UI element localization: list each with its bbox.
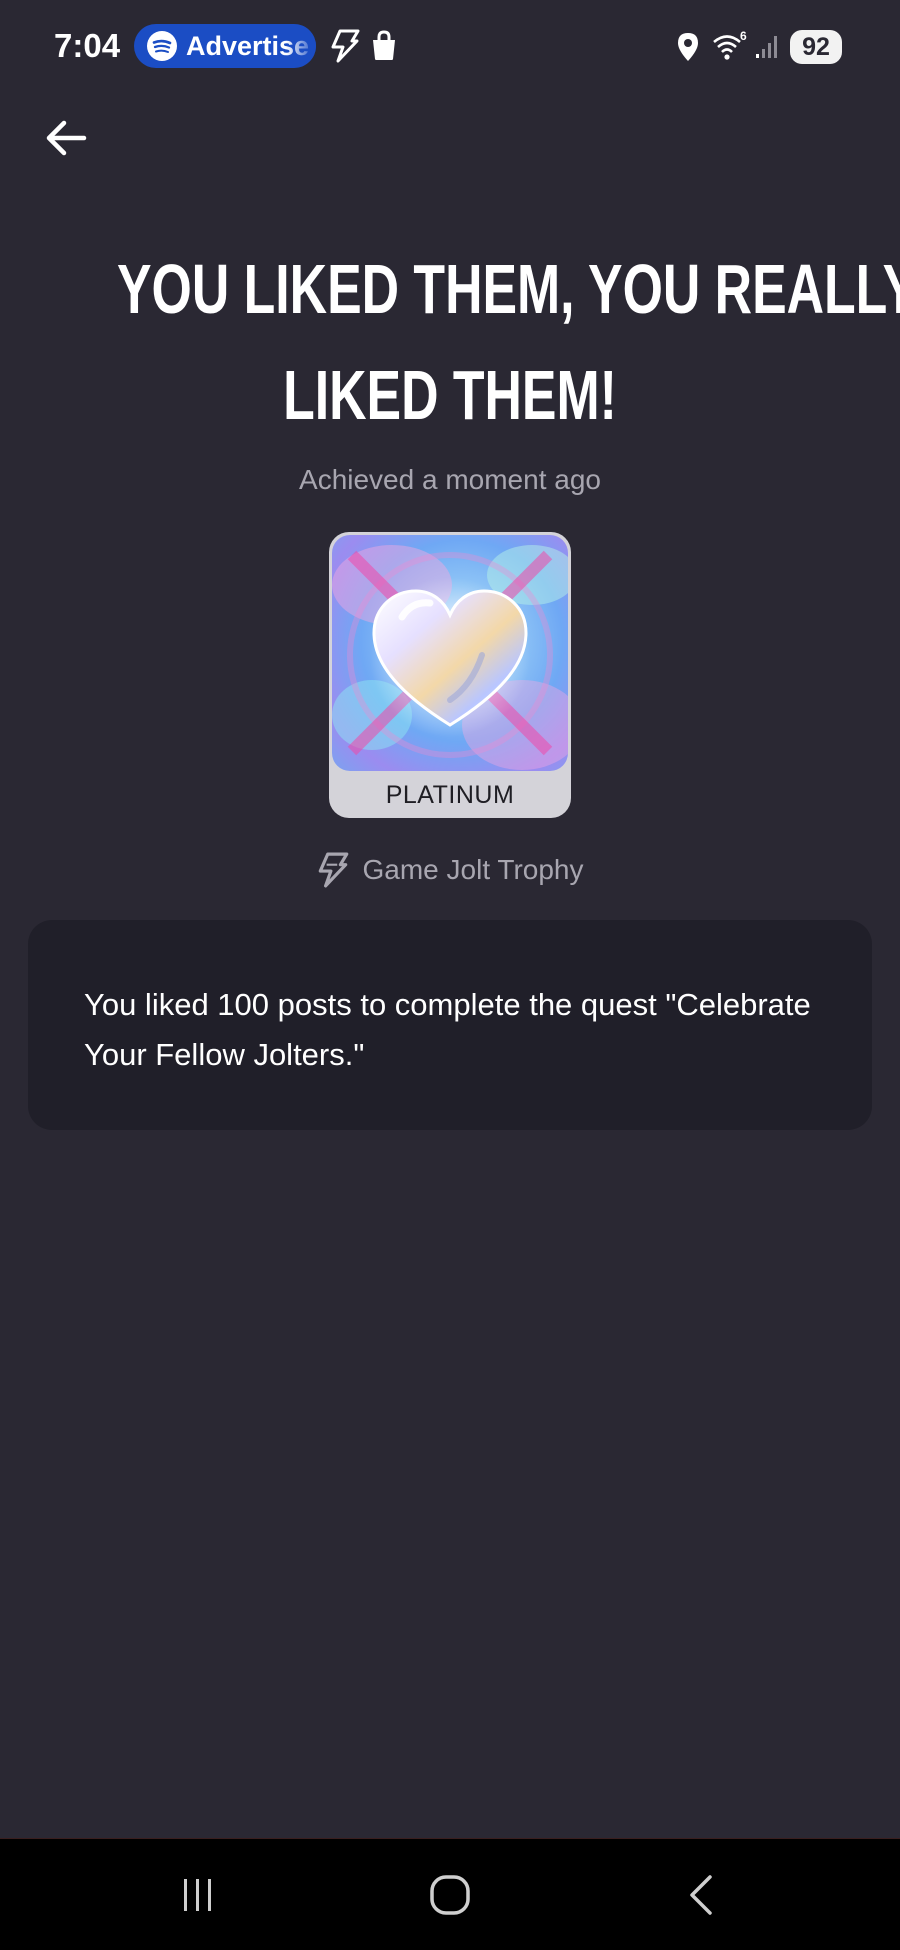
status-bar: 7:04 Advertise 6 92 <box>0 0 900 94</box>
location-icon <box>676 31 700 67</box>
trophy-title: YOU LIKED THEM, YOU REALLY LIKED THEM! <box>0 236 900 448</box>
trophy-badge: PLATINUM <box>329 532 571 818</box>
trophy-title-line-1: YOU LIKED THEM, YOU REALLY <box>117 250 900 328</box>
spotify-notification-pill[interactable]: Advertise <box>134 24 316 68</box>
game-jolt-icon <box>318 852 348 888</box>
system-navigation-bar <box>0 1838 900 1950</box>
wifi-icon: 6 <box>712 29 748 66</box>
shopping-bag-icon <box>370 30 398 66</box>
game-jolt-icon <box>330 29 360 67</box>
trophy-description-card: You liked 100 posts to complete the ques… <box>28 920 872 1130</box>
achieved-time: Achieved a moment ago <box>299 464 601 495</box>
recent-apps-button[interactable] <box>158 1865 238 1925</box>
trophy-source-label: Game Jolt Trophy <box>362 854 584 885</box>
back-button[interactable] <box>40 112 92 164</box>
pill-fade <box>286 24 316 68</box>
home-icon <box>430 1875 470 1915</box>
battery-icon: 92 <box>790 30 842 64</box>
trophy-title-line-2: LIKED THEM! <box>283 356 617 434</box>
back-icon <box>690 1875 712 1915</box>
arrow-left-icon <box>46 120 87 156</box>
trophy-detail-screen: 7:04 Advertise 6 92 YOU LIKED THEM, YOU … <box>0 0 900 1950</box>
trophy-tier-label: PLATINUM <box>385 781 515 809</box>
status-time: 7:04 <box>54 27 121 64</box>
spotify-icon <box>147 31 177 61</box>
recent-apps-icon <box>184 1879 211 1911</box>
trophy-description: You liked 100 posts to complete the ques… <box>84 987 811 1072</box>
trophy-source: Game Jolt Trophy <box>0 848 900 892</box>
holographic-heart-trophy-image <box>332 535 568 771</box>
home-button[interactable] <box>410 1865 490 1925</box>
svg-text:6: 6 <box>740 30 747 43</box>
signal-icon <box>754 32 782 64</box>
system-back-button[interactable] <box>662 1865 742 1925</box>
